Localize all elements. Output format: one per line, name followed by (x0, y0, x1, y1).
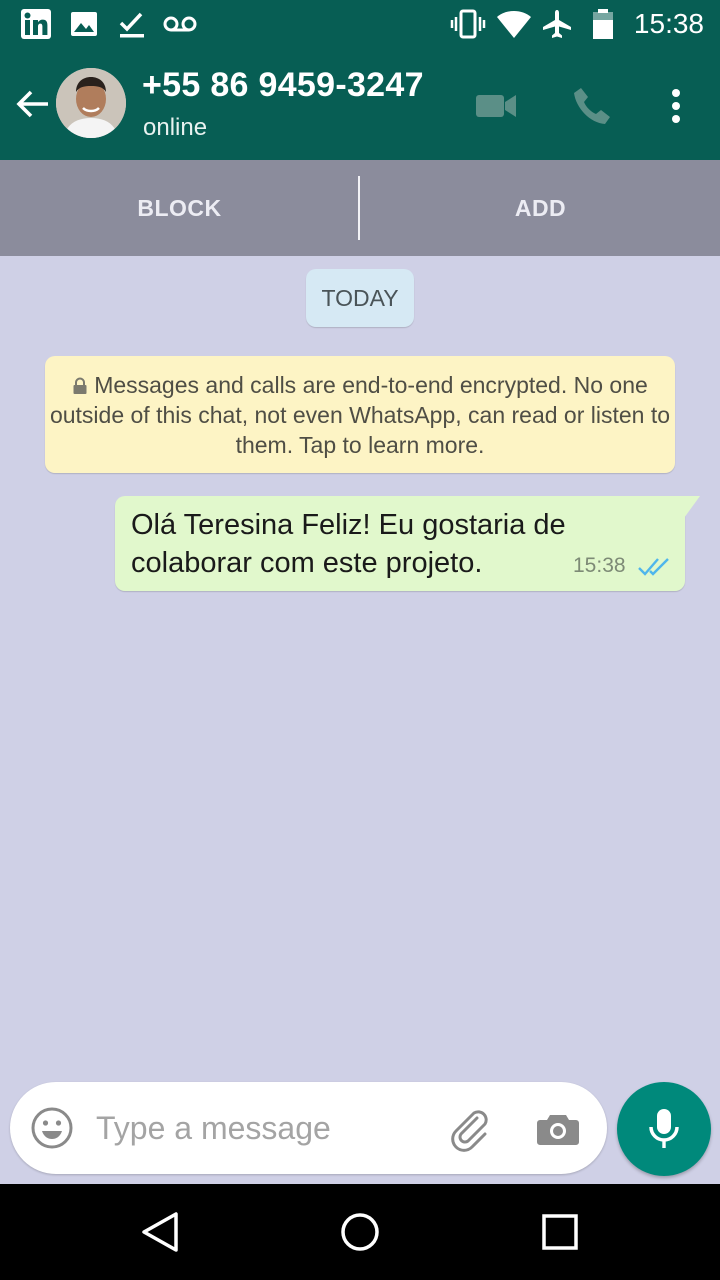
nav-recents-icon[interactable] (536, 1208, 584, 1256)
encryption-notice[interactable]: Messages and calls are end-to-end encryp… (45, 356, 675, 473)
chat-area[interactable]: TODAY Messages and calls are end-to-end … (0, 256, 720, 1080)
linkedin-icon (21, 9, 51, 39)
contact-name[interactable]: +55 86 9459-3247 (142, 66, 424, 105)
block-button[interactable]: BLOCK (0, 160, 359, 256)
date-chip: TODAY (306, 269, 414, 327)
video-call-icon[interactable] (472, 82, 520, 130)
mic-button[interactable] (617, 1082, 711, 1176)
emoji-icon[interactable] (30, 1106, 74, 1150)
battery-icon (593, 9, 613, 39)
nav-back-icon[interactable] (136, 1208, 184, 1256)
message-composer (10, 1082, 607, 1174)
double-check-icon (638, 558, 669, 576)
system-nav-bar (0, 1184, 720, 1280)
back-arrow-icon[interactable] (12, 84, 52, 124)
lock-icon (73, 377, 87, 394)
wifi-icon (497, 11, 531, 38)
status-time: 15:38 (633, 8, 704, 39)
message-input[interactable] (96, 1104, 416, 1152)
encryption-notice-text: Messages and calls are end-to-end encryp… (49, 372, 671, 458)
message-time: 15:38 (573, 554, 626, 577)
check-icon (119, 12, 144, 38)
nav-home-icon[interactable] (336, 1208, 384, 1256)
attach-icon[interactable] (447, 1106, 493, 1152)
message-tail (684, 496, 700, 518)
phone-icon[interactable] (568, 82, 616, 130)
airplane-icon (543, 10, 571, 38)
image-icon (71, 12, 97, 36)
avatar[interactable] (56, 68, 126, 138)
add-contact-button[interactable]: ADD (361, 160, 720, 256)
chat-header: +55 86 9459-3247 online (0, 48, 720, 160)
action-divider (358, 176, 360, 240)
unknown-contact-actions: BLOCK ADD (0, 160, 720, 256)
mic-icon (649, 1109, 679, 1148)
camera-icon[interactable] (535, 1106, 581, 1152)
more-vert-icon[interactable] (652, 82, 700, 130)
voicemail-icon (163, 16, 197, 32)
contact-status: online (143, 114, 208, 141)
status-bar: 15:38 (0, 0, 720, 48)
vibrate-icon (450, 9, 486, 39)
outgoing-message[interactable]: Olá Teresina Feliz! Eu gostaria de colab… (115, 496, 685, 591)
